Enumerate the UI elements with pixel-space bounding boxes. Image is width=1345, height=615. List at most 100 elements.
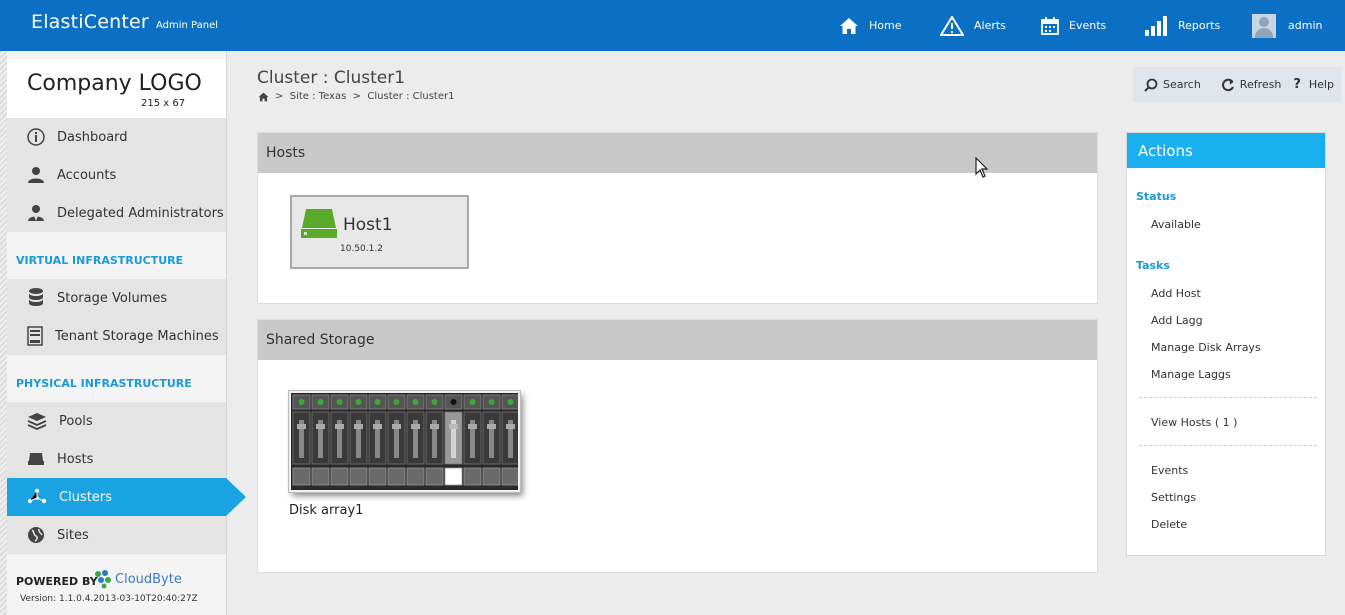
nav-alerts[interactable]: Alerts (940, 0, 1006, 51)
sidebar: Company LOGO 215 x 67 Dashboard Accounts… (0, 51, 246, 615)
disk-slot-latch (449, 424, 458, 429)
sidebar-item-pools[interactable]: Pools (7, 402, 226, 440)
sidebar-item-label: Delegated Administrators (57, 205, 224, 221)
disk-slot-status (463, 467, 482, 486)
mouse-cursor-icon (975, 157, 989, 178)
user-icon (28, 167, 44, 183)
server-icon (27, 326, 43, 346)
nav-events-label: Events (1069, 19, 1107, 32)
action-add-host[interactable]: Add Host (1151, 287, 1201, 300)
sidebar-item-label: Pools (59, 413, 93, 429)
section-physical-infrastructure: PHYSICAL INFRASTRUCTURE (16, 377, 192, 390)
disk-slot-status (311, 467, 330, 486)
disk-slot-status (368, 467, 387, 486)
company-logo: Company LOGO 215 x 67 (7, 59, 226, 119)
disk-slot-status (425, 467, 444, 486)
disk-slot-latch (297, 424, 306, 429)
disk-slot-latch (373, 424, 382, 429)
sidebar-item-storage-volumes[interactable]: Storage Volumes (7, 279, 226, 317)
sidebar-item-delegated-administrators[interactable]: Delegated Administrators (7, 194, 226, 232)
nav-events[interactable]: Events (1041, 0, 1106, 51)
disk-slot-status (444, 467, 463, 486)
disk-slot-led (488, 399, 495, 405)
host-name: Host1 (343, 215, 393, 235)
admin-user-icon (28, 205, 44, 221)
disk-slot-latch (392, 424, 401, 429)
sidebar-item-dashboard[interactable]: Dashboard (7, 118, 226, 156)
action-view-hosts[interactable]: View Hosts ( 1 ) (1151, 416, 1237, 429)
nav-reports[interactable]: Reports (1144, 0, 1220, 51)
brand-name: ElastiCenter (31, 11, 149, 33)
sidebar-item-clusters[interactable]: Clusters (7, 478, 246, 516)
sidebar-item-hosts[interactable]: Hosts (7, 440, 226, 478)
info-icon (27, 128, 45, 146)
help-button[interactable]: ? Help (1293, 77, 1334, 92)
disk-slot-led (450, 399, 457, 405)
disk-slot-status (349, 467, 368, 486)
shared-storage-panel: Shared Storage Disk array1 (257, 319, 1098, 573)
refresh-button[interactable]: Refresh (1221, 78, 1282, 92)
powered-by-label: POWERED BY (16, 575, 98, 588)
nav-group-virtual: Storage Volumes Tenant Storage Machines (7, 279, 226, 355)
refresh-label: Refresh (1239, 78, 1282, 91)
action-manage-disk-arrays[interactable]: Manage Disk Arrays (1151, 341, 1261, 354)
divider (1139, 397, 1317, 398)
action-settings[interactable]: Settings (1151, 491, 1196, 504)
host-icon (28, 453, 44, 465)
disk-slot-status (501, 467, 520, 486)
hosts-panel: Hosts Host1 10.50.1.2 (257, 132, 1098, 304)
layers-icon (27, 413, 47, 430)
action-manage-laggs[interactable]: Manage Laggs (1151, 368, 1231, 381)
cloudbyte-logo: CloudByte (93, 569, 182, 589)
version-text: Version: 1.1.0.4.2013-03-10T20:40:27Z (20, 594, 198, 604)
status-header: Status (1136, 190, 1177, 203)
actions-title: Actions (1127, 133, 1325, 168)
breadcrumb-path[interactable]: > Site : Texas > Cluster : Cluster1 (275, 91, 454, 102)
sidebar-item-label: Accounts (57, 167, 117, 183)
search-button[interactable]: Search (1144, 78, 1201, 92)
breadcrumb: > Site : Texas > Cluster : Cluster1 (258, 91, 454, 102)
nav-group-physical: Pools Hosts Clusters Sites (7, 402, 246, 554)
home-icon (840, 17, 858, 34)
search-icon (1144, 78, 1158, 92)
nav-user-menu[interactable]: admin (1252, 0, 1322, 51)
host-card[interactable]: Host1 10.50.1.2 (290, 195, 469, 269)
disk-slot-status (387, 467, 406, 486)
action-delete[interactable]: Delete (1151, 518, 1187, 531)
calendar-icon (1041, 16, 1059, 35)
search-label: Search (1163, 78, 1201, 91)
disk-slot-latch (430, 424, 439, 429)
shared-storage-panel-title: Shared Storage (258, 320, 1097, 360)
page-title: Cluster : Cluster1 (257, 68, 406, 88)
hosts-panel-title: Hosts (258, 133, 1097, 173)
help-icon: ? (1293, 77, 1301, 92)
nav-home[interactable]: Home (839, 0, 901, 51)
disk-slot-status (406, 467, 425, 486)
sidebar-item-accounts[interactable]: Accounts (7, 156, 226, 194)
disk-slot-latch (487, 424, 496, 429)
sidebar-item-tenant-storage-machines[interactable]: Tenant Storage Machines (7, 317, 226, 355)
app-brand[interactable]: ElastiCenter Admin Panel (31, 11, 218, 33)
sidebar-item-label: Clusters (59, 489, 112, 505)
warning-icon (940, 15, 964, 36)
disk-array[interactable] (288, 390, 521, 493)
sidebar-stripe (0, 51, 7, 615)
disk-slot-latch (316, 424, 325, 429)
sidebar-item-sites[interactable]: Sites (7, 516, 226, 554)
tasks-header: Tasks (1136, 259, 1170, 272)
disk-slot-status (482, 467, 501, 486)
sidebar-item-label: Tenant Storage Machines (55, 328, 219, 344)
actions-panel: Actions Status Available Tasks Add Host … (1126, 132, 1326, 556)
home-icon[interactable] (258, 92, 269, 102)
logo-size: 215 x 67 (141, 98, 186, 109)
nav-group-main: Dashboard Accounts Delegated Administrat… (7, 118, 226, 232)
disk-slot-led (469, 399, 476, 405)
sidebar-item-label: Sites (57, 527, 89, 543)
action-add-lagg[interactable]: Add Lagg (1151, 314, 1203, 327)
disk-slot-latch (411, 424, 420, 429)
cloudbyte-logo-text: CloudByte (115, 571, 182, 587)
action-events[interactable]: Events (1151, 464, 1188, 477)
toolbar: Search Refresh ? Help (1133, 67, 1341, 102)
nav-username: admin (1288, 19, 1323, 32)
disk-array-name: Disk array1 (289, 503, 364, 518)
